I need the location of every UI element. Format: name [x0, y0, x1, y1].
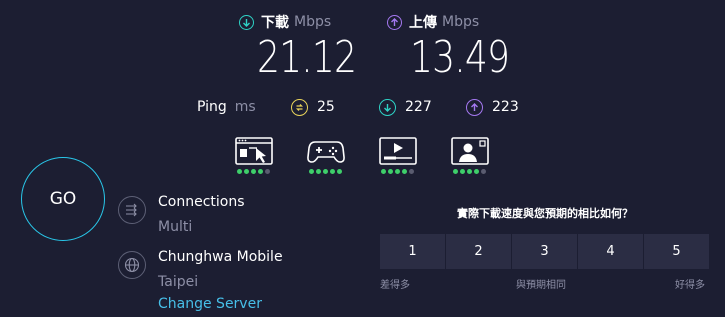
server-location: Taipei [158, 274, 199, 290]
rating-dot-filled [258, 169, 263, 174]
ping-upload: 223 [466, 96, 519, 118]
download-label: 下載 [261, 15, 289, 31]
video-streaming-icon [379, 136, 417, 166]
activity-rating-dots [381, 169, 419, 174]
rating-dot-filled [402, 169, 407, 174]
rating-dot-filled [337, 169, 342, 174]
rating-dot-filled [460, 169, 465, 174]
activity-video-call[interactable] [451, 136, 491, 174]
rating-option-2[interactable]: 2 [446, 234, 511, 269]
activity-rating-dots [237, 169, 275, 174]
ping-download-value: 227 [405, 99, 432, 115]
download-header: 下載 Mbps [239, 12, 331, 32]
download-speed-value: 21.12 [257, 32, 357, 83]
ping-upload-value: 223 [492, 99, 519, 115]
rating-dot-filled [244, 169, 249, 174]
activity-video-streaming[interactable] [379, 136, 419, 174]
rating-dot-filled [381, 169, 386, 174]
rating-option-5[interactable]: 5 [644, 234, 709, 269]
upload-header: 上傳 Mbps [387, 12, 479, 32]
idle-latency-icon [291, 98, 308, 116]
rating-dot-filled [474, 169, 479, 174]
rating-dot-filled [467, 169, 472, 174]
download-unit: Mbps [294, 14, 332, 30]
ping-unit: ms [234, 99, 256, 115]
scale-label-better: 好得多 [675, 280, 705, 291]
server-name: Chunghwa Mobile [158, 249, 283, 265]
upload-speed-value: 13.49 [410, 32, 510, 83]
ping-idle-value: 25 [317, 99, 335, 115]
rating-option-4[interactable]: 4 [578, 234, 643, 269]
rating-dot-filled [395, 169, 400, 174]
rating-dot-empty [481, 169, 486, 174]
survey-rating-bar: 1 2 3 4 5 [380, 234, 709, 269]
rating-option-3[interactable]: 3 [512, 234, 577, 269]
upload-arrow-icon [387, 14, 402, 30]
activity-web-browsing[interactable] [235, 136, 275, 174]
rating-dot-filled [323, 169, 328, 174]
globe-icon [118, 251, 146, 279]
rating-dot-filled [388, 169, 393, 174]
go-button[interactable]: GO [21, 157, 105, 241]
connections-icon [118, 196, 146, 224]
rating-dot-filled [237, 169, 242, 174]
ping-idle: 25 [291, 96, 335, 118]
rating-dot-filled [330, 169, 335, 174]
connections-title: Connections [158, 194, 245, 210]
web-browsing-icon [235, 136, 273, 166]
download-latency-icon [379, 98, 396, 116]
activity-rating-dots [453, 169, 491, 174]
rating-dot-empty [409, 169, 414, 174]
connections-mode[interactable]: Multi [158, 219, 192, 235]
change-server-link[interactable]: Change Server [158, 296, 262, 312]
rating-dot-filled [251, 169, 256, 174]
activity-gaming[interactable] [307, 136, 347, 174]
ping-download: 227 [379, 96, 432, 118]
rating-option-1[interactable]: 1 [380, 234, 445, 269]
rating-dot-empty [265, 169, 270, 174]
survey-question: 實際下載速度與您預期的相比如何？ [457, 207, 633, 220]
rating-dot-filled [316, 169, 321, 174]
download-arrow-icon [239, 14, 254, 30]
scale-label-same: 與預期相同 [516, 280, 566, 291]
scale-label-worse: 差得多 [380, 280, 410, 291]
upload-latency-icon [466, 98, 483, 116]
activity-rating-dots [309, 169, 347, 174]
upload-label: 上傳 [409, 15, 437, 31]
gaming-icon [307, 136, 345, 166]
video-call-icon [451, 136, 489, 166]
upload-unit: Mbps [442, 14, 480, 30]
rating-dot-filled [309, 169, 314, 174]
speedtest-results: 下載 Mbps 21.12 上傳 Mbps 13.49 Ping ms 25 2… [0, 0, 725, 317]
ping-label: Ping [197, 99, 227, 115]
rating-dot-filled [453, 169, 458, 174]
ping-header: Ping ms [197, 96, 256, 118]
